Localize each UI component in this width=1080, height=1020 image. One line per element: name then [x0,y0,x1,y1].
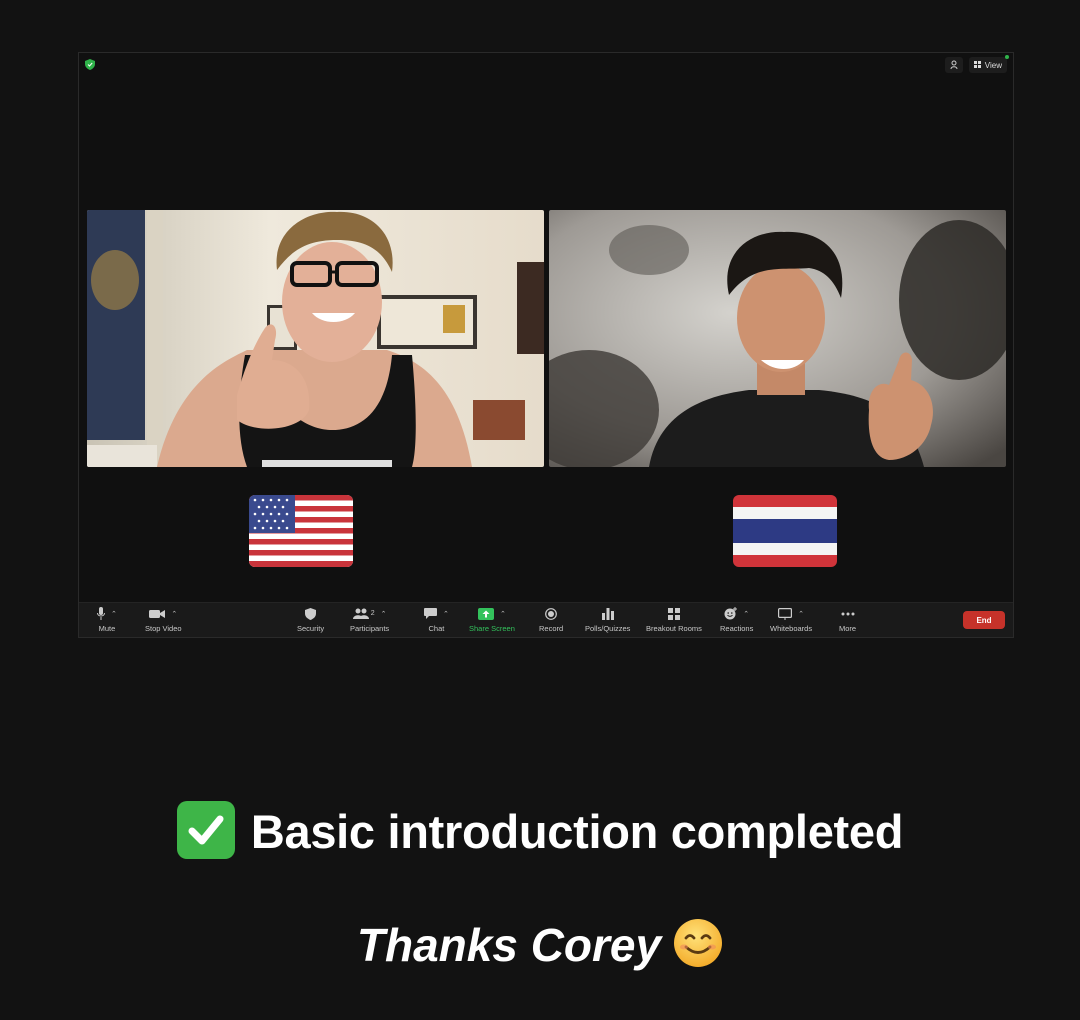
check-icon [176,800,235,859]
caption-line-2: Thanks Corey [0,918,1080,974]
participant-video-right [549,210,1006,467]
reactions-icon [724,607,738,620]
share-icon [478,607,494,620]
participants-caret-icon[interactable]: ⌃ [381,610,387,618]
zoom-window: View ⌃ Mute ⌃ Stop Video Security 2 ⌃ Pa… [78,52,1014,638]
participants-button[interactable]: 2 ⌃ Participants [350,606,389,633]
polls-button[interactable]: Polls/Quizzes [585,606,630,633]
reactions-button[interactable]: ⌃ Reactions [720,606,753,633]
thailand-flag [733,495,837,567]
end-button[interactable]: End [963,611,1005,629]
chat-icon [424,607,437,619]
stop-video-button[interactable]: ⌃ Stop Video [145,606,182,633]
breakout-rooms-button[interactable]: Breakout Rooms [646,606,702,633]
mic-icon [97,607,105,620]
breakout-icon [667,607,680,620]
share-caret-icon[interactable]: ⌃ [500,610,506,618]
more-button[interactable]: More [839,606,856,633]
grid-icon [973,61,981,68]
view-button[interactable]: View [968,55,1009,73]
status-dot [1005,55,1009,59]
shield-icon[interactable] [85,59,95,70]
mute-button[interactable]: ⌃ Mute [97,606,117,633]
chat-caret-icon[interactable]: ⌃ [443,610,449,618]
smile-icon [674,918,723,967]
meeting-toolbar: ⌃ Mute ⌃ Stop Video Security 2 ⌃ Partici… [79,602,1013,637]
reactions-caret-icon[interactable]: ⌃ [743,610,749,618]
whiteboards-caret-icon[interactable]: ⌃ [798,610,804,618]
people-view-button[interactable] [944,57,963,73]
chat-button[interactable]: ⌃ Chat [424,606,449,633]
more-icon [841,612,855,615]
whiteboards-button[interactable]: ⌃ Whiteboards [770,606,812,633]
video-tile-right[interactable] [549,210,1006,467]
security-button[interactable]: Security [297,606,324,633]
record-icon [545,607,557,620]
whiteboard-icon [778,607,793,620]
video-caret-icon[interactable]: ⌃ [171,610,177,618]
caption-text-2: Thanks Corey [356,919,662,971]
view-label: View [984,60,1002,70]
share-screen-button[interactable]: ⌃ Share Screen [469,606,515,633]
security-shield-icon [305,607,317,620]
people-icon [352,608,369,619]
participant-video-left [87,210,544,467]
top-right-controls: View [944,55,1009,73]
polls-icon [601,607,614,620]
participants-count: 2 [370,610,375,617]
video-tile-left[interactable] [87,210,544,467]
usa-flag [249,495,353,567]
record-button[interactable]: Record [539,606,563,633]
mute-caret-icon[interactable]: ⌃ [111,610,117,618]
camera-icon [149,609,166,618]
caption-text-1: Basic introduction completed [250,805,904,858]
person-icon [950,60,958,70]
caption-line-1: Basic introduction completed [0,800,1080,865]
